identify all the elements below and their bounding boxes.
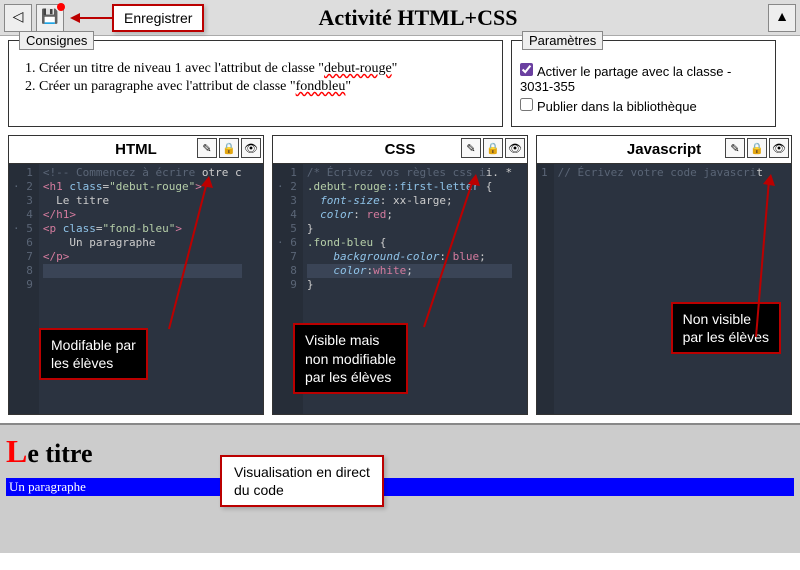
preview-paragraph: Un paragraphe [6, 478, 794, 496]
js-code-area[interactable]: 1 // Écrivez votre code javascrit Non vi… [537, 164, 791, 414]
save-callout: Enregistrer [112, 4, 204, 32]
instructions-box: Consignes Créer un titre de niveau 1 ave… [8, 40, 503, 127]
hide-icon[interactable]: 👁 [505, 138, 525, 158]
js-header: Javascript ✎ 🔒 👁 [537, 136, 791, 164]
html-header: HTML ✎ 🔒 👁 [9, 136, 263, 164]
share-checkbox[interactable] [520, 63, 533, 76]
js-callout: Non visiblepar les élèves [671, 302, 781, 354]
hide-icon[interactable]: 👁 [241, 138, 261, 158]
lock-icon[interactable]: 🔒 [483, 138, 503, 158]
preview-callout: Visualisation en directdu code [220, 455, 384, 507]
css-editor: CSS ✎ 🔒 👁 1· 2345· 6789 /* Écrivez vos r… [272, 135, 528, 415]
instruction-1: Créer un titre de niveau 1 avec l'attrib… [39, 61, 494, 77]
html-code-area[interactable]: 1· 234· 56789 <!-- Commencez à écrire ot… [9, 164, 263, 414]
css-code-area[interactable]: 1· 2345· 6789 /* Écrivez vos règles css … [273, 164, 527, 414]
lock-icon[interactable]: 🔒 [219, 138, 239, 158]
edit-icon[interactable]: ✎ [725, 138, 745, 158]
edit-icon[interactable]: ✎ [461, 138, 481, 158]
js-title: Javascript [627, 141, 701, 158]
css-title: CSS [385, 141, 416, 158]
edit-icon[interactable]: ✎ [197, 138, 217, 158]
hide-icon[interactable]: 👁 [769, 138, 789, 158]
preview-heading: Le titre [6, 433, 794, 470]
params-box: Paramètres Activer le partage avec la cl… [511, 40, 776, 127]
preview-panel: Le titre Un paragraphe Visualisation en … [0, 423, 800, 553]
html-callout: Modifable parles élèves [39, 328, 148, 380]
html-title: HTML [115, 141, 157, 158]
css-callout: Visible maisnon modifiablepar les élèves [293, 323, 408, 394]
expand-button[interactable]: ▲ [768, 4, 796, 32]
back-button[interactable]: ◁ [4, 4, 32, 32]
publish-checkbox-row[interactable]: Publier dans la bibliothèque [520, 98, 767, 114]
publish-checkbox[interactable] [520, 98, 533, 111]
instructions-label: Consignes [19, 31, 94, 50]
instruction-2: Créer un paragraphe avec l'attribut de c… [39, 79, 494, 95]
share-checkbox-row[interactable]: Activer le partage avec la classe - 3031… [520, 63, 767, 94]
css-header: CSS ✎ 🔒 👁 [273, 136, 527, 164]
html-editor: HTML ✎ 🔒 👁 1· 234· 56789 <!-- Commencez … [8, 135, 264, 415]
lock-icon[interactable]: 🔒 [747, 138, 767, 158]
js-editor: Javascript ✎ 🔒 👁 1 // Écrivez votre code… [536, 135, 792, 415]
params-label: Paramètres [522, 31, 603, 50]
save-button[interactable]: 💾 [36, 4, 64, 32]
